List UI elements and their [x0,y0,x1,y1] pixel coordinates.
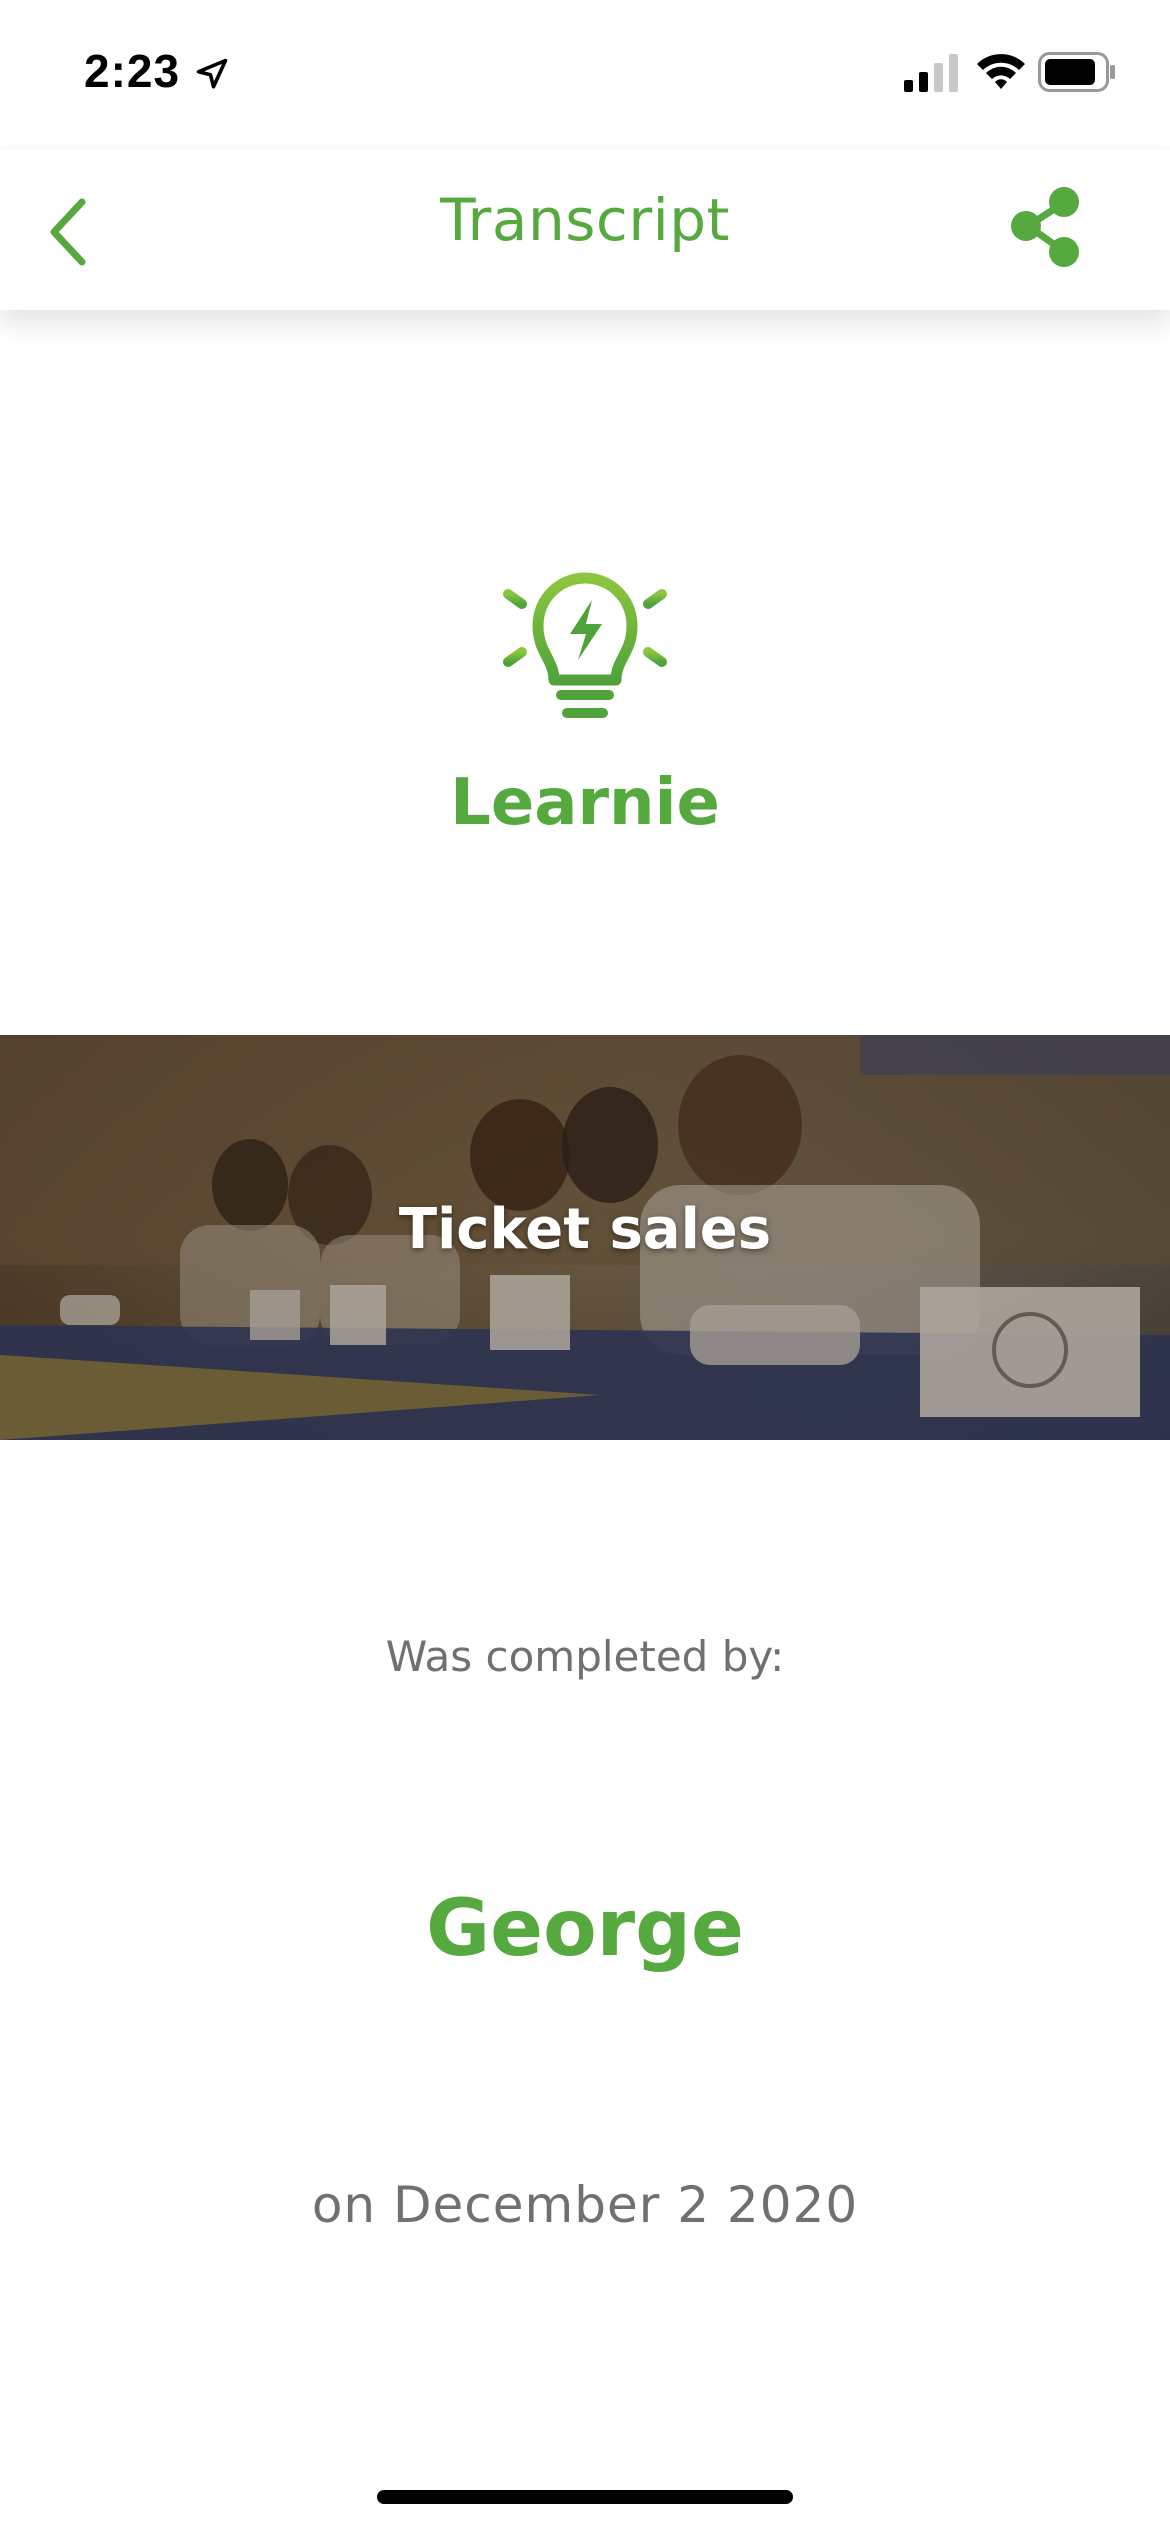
share-icon [1011,187,1079,267]
share-button[interactable] [1004,182,1088,272]
brand-name: Learnie [450,766,720,840]
status-bar: 2:23 [0,0,1170,150]
wifi-icon [977,54,1025,89]
lightbulb-icon [489,572,681,718]
navigation-bar: Transcript [0,150,1170,310]
cellular-signal-icon [904,54,958,92]
status-time: 2:23 [84,45,181,97]
completed-by-label: Was completed by: [385,1632,785,1681]
location-arrow-icon [196,58,228,89]
course-title: Ticket sales [398,1197,772,1262]
home-indicator[interactable] [377,2490,793,2504]
completion-date: on December 2 2020 [311,2176,859,2234]
course-banner[interactable]: Ticket sales [0,1035,1170,1440]
page-title: Transcript [440,186,730,254]
battery-icon [1038,52,1115,92]
transcript-screen: 2:23 Transcript Learnie Ticket sales Was… [0,0,1170,2532]
completed-user-name: George [426,1884,744,1974]
